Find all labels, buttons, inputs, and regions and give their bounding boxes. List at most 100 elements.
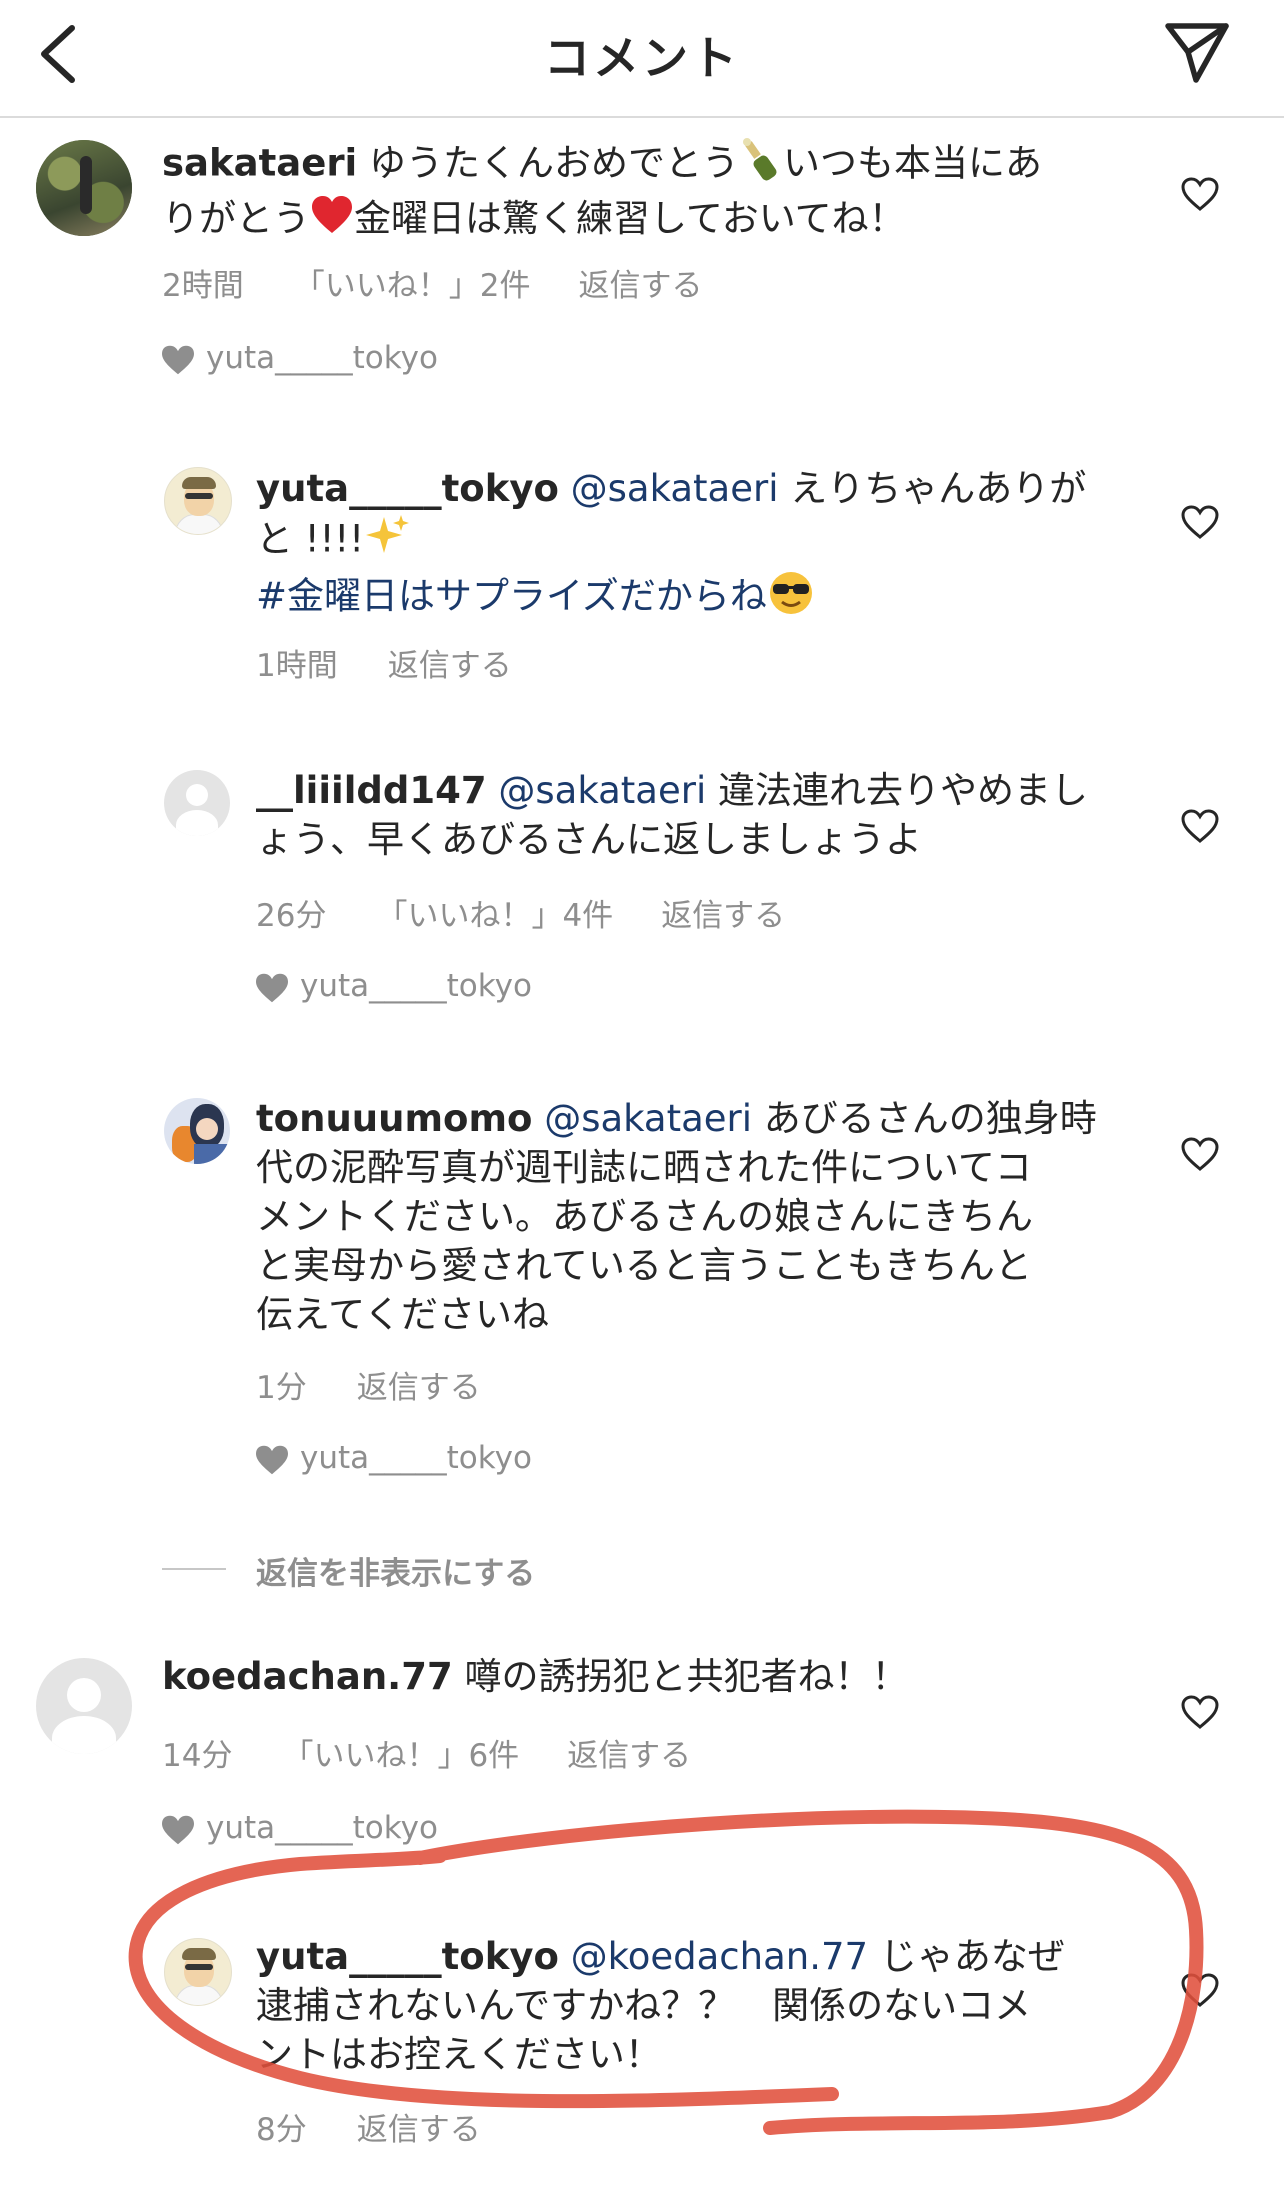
avatar[interactable] — [36, 1658, 132, 1754]
comment-text: yuta_____tokyo @sakataeri えりちゃんありが と !!!… — [256, 464, 1116, 627]
comment-hashtag[interactable]: #金曜日はサプライズだからね — [256, 575, 767, 618]
hide-replies-label[interactable]: 返信を非表示にする — [256, 1548, 535, 1593]
avatar-face — [196, 1118, 218, 1140]
comment-meta: 1分 返信する — [256, 1362, 481, 1407]
comment-likes[interactable]: 「いいね！」2件 — [294, 260, 531, 305]
like-button[interactable] — [1180, 1136, 1220, 1172]
comment-text: yuta_____tokyo @koedachan.77 じゃあなぜ 逮捕されな… — [256, 1932, 1116, 2079]
comment-body: ゆうたくんおめでとう — [369, 141, 740, 185]
avatar-clothes — [194, 1144, 228, 1164]
page-title: コメント — [544, 31, 740, 85]
heart-filled-icon — [256, 973, 288, 1002]
avatar-body — [176, 810, 218, 836]
avatar-shirt — [175, 514, 223, 534]
comment-username[interactable]: yuta_____tokyo — [256, 467, 559, 510]
sparkles-icon — [364, 513, 410, 569]
divider — [162, 1568, 226, 1570]
liked-by-name: yuta_____tokyo — [300, 1440, 532, 1476]
avatar-shirt — [175, 1985, 223, 2005]
like-button[interactable] — [1180, 176, 1220, 212]
comment-meta: 26分 「いいね！」4件 返信する — [256, 890, 785, 935]
reply-button[interactable]: 返信する — [578, 260, 702, 305]
comment-body-line2: ょう、早くあびるさんに返しましょうよ — [256, 818, 922, 861]
reply-button[interactable]: 返信する — [357, 1362, 481, 1407]
heart-filled-icon — [256, 1445, 288, 1474]
comment-time: 1分 — [256, 1370, 307, 1406]
comment-body: えりちゃんありが — [790, 467, 1087, 510]
comment-body-line2: 代の泥酔写真が週刊誌に晒された件についてコ — [256, 1146, 1032, 1189]
avatar[interactable] — [164, 467, 232, 535]
comment-text: __liiildd147 @sakataeri 違法連れ去りやめまし ょう、早く… — [256, 766, 1116, 864]
comment-mention[interactable]: @koedachan.77 — [571, 1935, 868, 1978]
comment-body-line3: メントください。あびるさんの娘さんにきちん — [256, 1195, 1033, 1238]
liked-by-name: yuta_____tokyo — [206, 340, 438, 376]
avatar-head — [186, 784, 208, 806]
comment-username[interactable]: tonuuumomo — [256, 1097, 532, 1140]
comment-time: 8分 — [256, 2112, 307, 2148]
comment-likes[interactable]: 「いいね！」4件 — [376, 890, 613, 935]
red-heart-icon — [310, 195, 354, 247]
liked-by-name: yuta_____tokyo — [206, 1810, 438, 1846]
comment-text: sakataeri ゆうたくんおめでとう いつも本当にあ りがとう 金曜日は驚く練習… — [162, 136, 1102, 247]
comment-body-line3: ントはお控えください！ — [256, 2033, 662, 2076]
heart-outline-icon — [1181, 809, 1219, 843]
reply-button[interactable]: 返信する — [567, 1730, 691, 1775]
heart-outline-icon — [1181, 505, 1219, 539]
comment-body-line5: 伝えてくださいね — [256, 1293, 550, 1336]
like-button[interactable] — [1180, 504, 1220, 540]
heart-outline-icon — [1181, 177, 1219, 211]
share-button[interactable] — [1160, 18, 1236, 88]
comment-username[interactable]: koedachan.77 — [162, 1655, 453, 1698]
comment-time: 26分 — [256, 898, 327, 934]
liked-by-creator: yuta_____tokyo — [160, 340, 438, 376]
comment-mention[interactable]: @sakataeri — [544, 1097, 752, 1140]
comment-body-line2b: 金曜日は驚く練習しておいてね！ — [354, 197, 906, 240]
heart-outline-icon — [1181, 1973, 1219, 2007]
avatar[interactable] — [164, 770, 230, 836]
avatar[interactable] — [164, 1938, 232, 2006]
comment-body-tail: いつも本当にあ — [783, 141, 1043, 185]
comment-mention[interactable]: @sakataeri — [498, 769, 706, 812]
comment-time: 1時間 — [256, 648, 338, 684]
reply-button[interactable]: 返信する — [388, 640, 512, 685]
reply-button[interactable]: 返信する — [661, 890, 785, 935]
comment-meta: 8分 返信する — [256, 2104, 481, 2149]
liked-by-creator: yuta_____tokyo — [160, 1810, 438, 1846]
header: コメント — [0, 0, 1284, 118]
avatar-head — [67, 1678, 101, 1712]
comment-mention[interactable]: @sakataeri — [571, 467, 779, 510]
comment-username[interactable]: yuta_____tokyo — [256, 1935, 559, 1978]
heart-filled-icon — [162, 345, 194, 374]
paper-plane-icon — [1165, 23, 1229, 83]
comment-likes[interactable]: 「いいね！」6件 — [282, 1730, 519, 1775]
avatar[interactable] — [164, 1098, 230, 1164]
heart-filled-icon — [162, 1815, 194, 1844]
comment-text: koedachan.77 噂の誘拐犯と共犯者ね！！ — [162, 1652, 1102, 1701]
comment-body: 違法連れ去りやめまし — [718, 769, 1088, 812]
champagne-icon — [739, 136, 783, 194]
comment-username[interactable]: sakataeri — [162, 142, 357, 185]
like-button[interactable] — [1180, 1972, 1220, 2008]
like-button[interactable] — [1180, 808, 1220, 844]
like-button[interactable] — [1180, 1694, 1220, 1730]
comment-body-line4: と実母から愛されていると言うこともきちんと — [256, 1244, 1032, 1287]
comment-meta: 1時間 返信する — [256, 640, 512, 685]
heart-outline-icon — [1181, 1137, 1219, 1171]
comment-time: 14分 — [162, 1738, 233, 1774]
comment-text: tonuuumomo @sakataeri あびるさんの独身時 代の泥酔写真が週… — [256, 1094, 1116, 1339]
heart-outline-icon — [1181, 1695, 1219, 1729]
comment-body-line2a: りがとう — [162, 197, 310, 240]
comment-body: 噂の誘拐犯と共犯者ね！！ — [464, 1655, 909, 1698]
liked-by-name: yuta_____tokyo — [300, 968, 532, 1004]
reply-button[interactable]: 返信する — [357, 2104, 481, 2149]
liked-by-creator: yuta_____tokyo — [254, 968, 532, 1004]
avatar[interactable] — [36, 140, 132, 236]
avatar-person — [80, 156, 92, 214]
comment-body: あびるさんの独身時 — [763, 1097, 1097, 1140]
comment-meta: 2時間 「いいね！」2件 返信する — [162, 260, 702, 305]
comment-meta: 14分 「いいね！」6件 返信する — [162, 1730, 691, 1775]
avatar-glasses — [185, 493, 213, 499]
comment-body-line2: 逮捕されないんですかね？？ 関係のないコメ — [256, 1984, 1032, 2027]
liked-by-creator: yuta_____tokyo — [254, 1440, 532, 1476]
comment-username[interactable]: __liiildd147 — [256, 769, 487, 812]
